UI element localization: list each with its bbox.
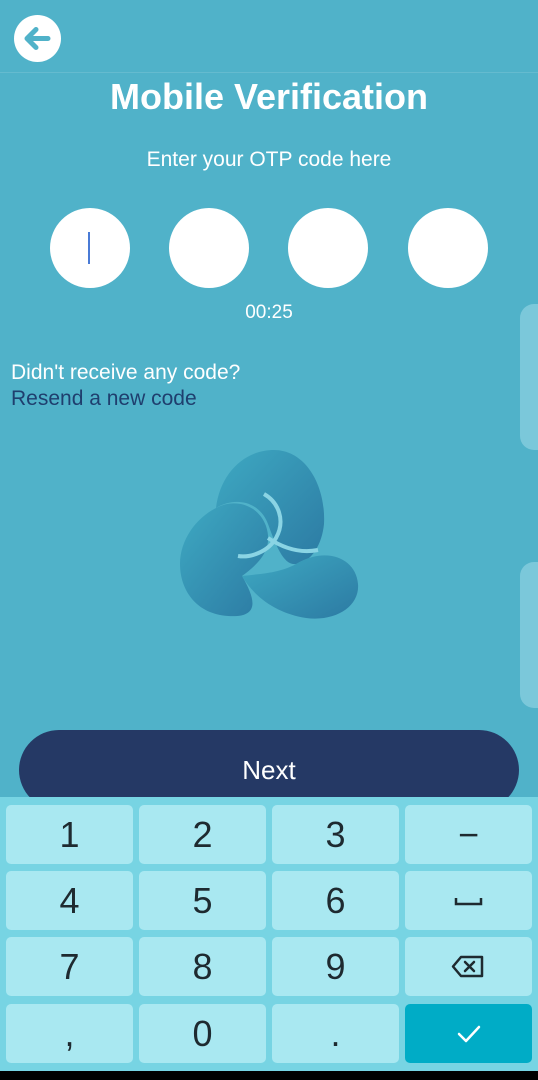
- key-0[interactable]: 0: [139, 1004, 266, 1063]
- key-3[interactable]: 3: [272, 805, 399, 864]
- key-done[interactable]: [405, 1004, 532, 1063]
- side-edge-tab-upper[interactable]: [520, 304, 538, 450]
- otp-instruction: Enter your OTP code here: [146, 148, 392, 171]
- back-button[interactable]: [14, 15, 61, 62]
- backspace-icon: [451, 955, 484, 978]
- page-title: Mobile Verification: [109, 76, 429, 117]
- key-4[interactable]: 4: [6, 871, 133, 930]
- key-8[interactable]: 8: [139, 937, 266, 996]
- side-edge-tab-lower[interactable]: [520, 562, 538, 708]
- otp-digit-2[interactable]: [169, 208, 249, 288]
- key-minus[interactable]: −: [405, 805, 532, 864]
- key-backspace[interactable]: [405, 937, 532, 996]
- no-code-label: Didn't receive any code?: [11, 361, 241, 384]
- key-1[interactable]: 1: [6, 805, 133, 864]
- otp-digit-1[interactable]: [50, 208, 130, 288]
- top-bar: [0, 0, 538, 73]
- key-7[interactable]: 7: [6, 937, 133, 996]
- otp-digit-3[interactable]: [288, 208, 368, 288]
- arrow-left-icon: [24, 27, 51, 50]
- key-9[interactable]: 9: [272, 937, 399, 996]
- key-period[interactable]: .: [272, 1004, 399, 1063]
- system-nav-strip: [0, 1071, 538, 1080]
- space-icon: [454, 898, 483, 906]
- text-cursor: [88, 232, 90, 264]
- trefoil-logo-icon: [180, 450, 359, 619]
- key-2[interactable]: 2: [139, 805, 266, 864]
- checkmark-icon: [457, 1025, 481, 1043]
- key-space[interactable]: [405, 871, 532, 930]
- key-6[interactable]: 6: [272, 871, 399, 930]
- otp-digit-4[interactable]: [408, 208, 488, 288]
- key-5[interactable]: 5: [139, 871, 266, 930]
- key-comma[interactable]: ,: [6, 1004, 133, 1063]
- resend-code-link[interactable]: Resend a new code: [11, 387, 197, 411]
- countdown-timer: 00:25: [245, 302, 293, 323]
- numeric-keyboard: 1 2 3 − 4 5 6 7 8 9 , 0 .: [0, 797, 538, 1071]
